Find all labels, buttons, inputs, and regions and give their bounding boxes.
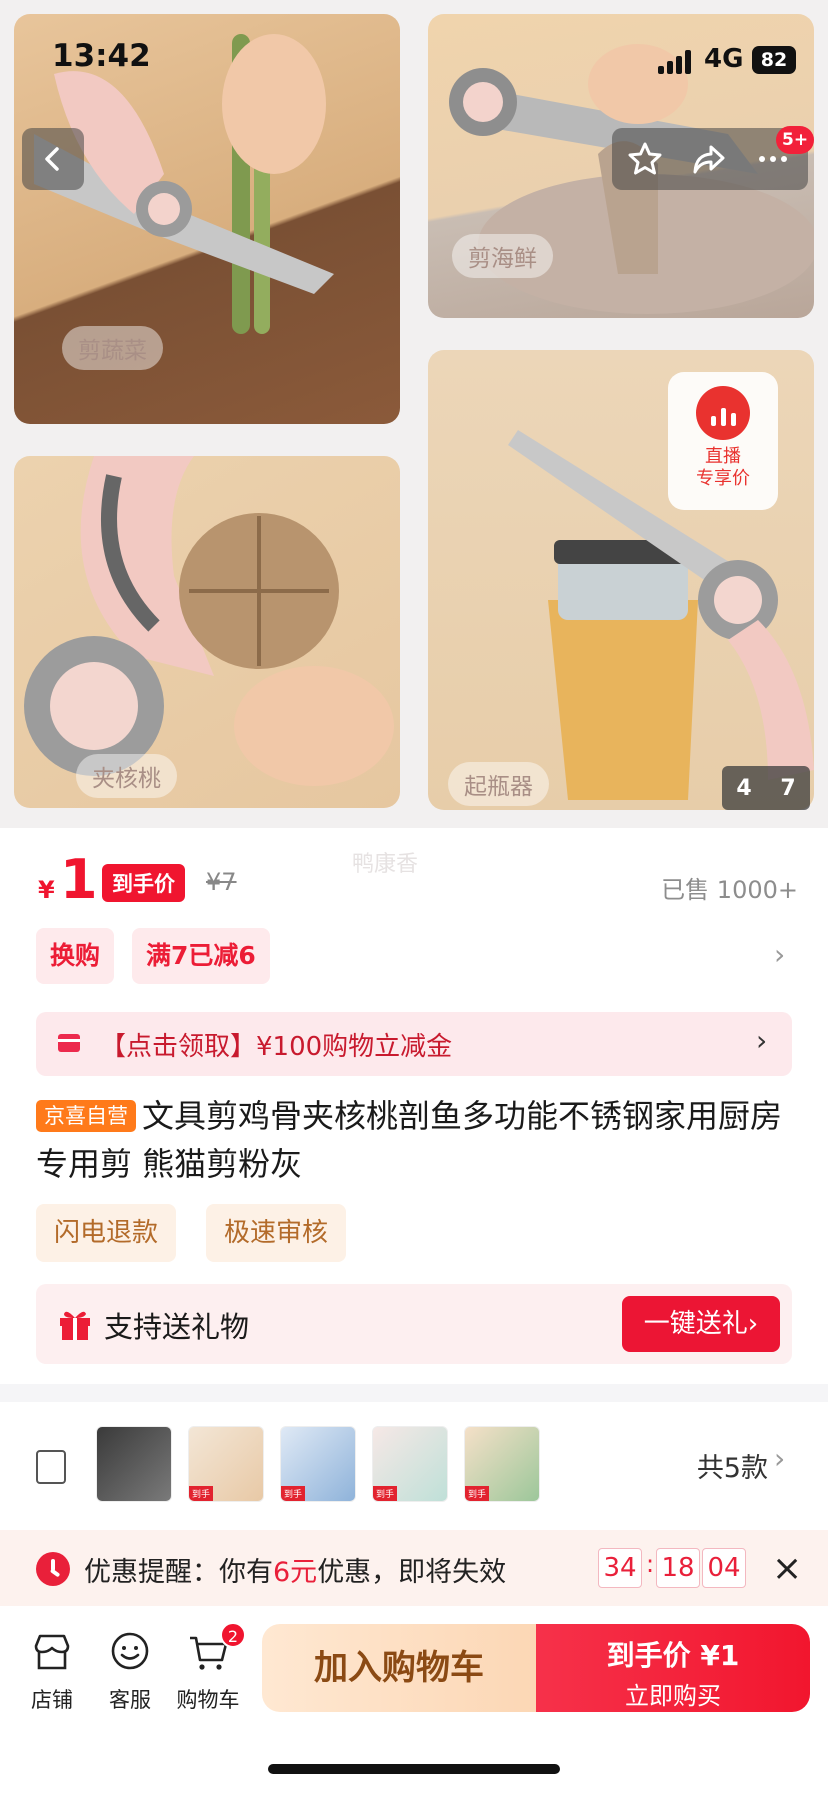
product-gallery[interactable]: 剪蔬菜 剪海鲜 夹核桃 起瓶器 13:42 4G 82 5+ 直播 专享价 4 … <box>0 0 828 828</box>
sold-count: 已售 1000+ <box>661 876 798 904</box>
image-counter-total: 7 <box>780 775 796 801</box>
discount-reminder: 优惠提醒：你有6元优惠，即将失效 34 : 18 : 04 × <box>0 1530 828 1606</box>
cart-count-badge: 2 <box>220 1622 246 1648</box>
chevron-left-icon <box>45 147 59 171</box>
countdown-hours: 34 <box>598 1548 642 1588</box>
star-icon <box>628 142 662 175</box>
reminder-text: 优惠提醒：你有6元优惠，即将失效 <box>84 1550 506 1589</box>
status-bar: 13:42 4G 82 <box>0 0 828 120</box>
checklist-icon <box>36 1450 66 1484</box>
reminder-amount: 6元 <box>273 1557 318 1588</box>
product-title: 京喜自营 文具剪鸡骨夹核桃剖鱼多功能不锈钢家用厨房专用剪 熊猫剪粉灰 <box>36 1092 796 1188</box>
bottom-action-bar: 店铺 客服 2 购物车 加入购物车 到手价 ¥1 立即购买 <box>0 1606 828 1793</box>
variant-thumb-1[interactable] <box>96 1426 172 1502</box>
battery-icon: 82 <box>752 46 796 74</box>
variant-thumb-5[interactable]: 到手 <box>464 1426 540 1502</box>
live-price-badge[interactable]: 直播 专享价 <box>668 372 778 510</box>
price-currency: ¥ <box>38 876 55 904</box>
coupon-banner[interactable]: 【点击领取】¥100购物立减金 › <box>36 1012 792 1076</box>
nav-customer-service[interactable]: 客服 <box>90 1630 170 1714</box>
close-icon[interactable]: × <box>772 1548 802 1589</box>
self-operated-badge: 京喜自营 <box>36 1100 136 1132</box>
gallery-image-walnut: 夹核桃 <box>14 456 400 808</box>
countdown-separator: : <box>646 1550 655 1578</box>
buy-button-label: 立即购买 <box>625 1682 721 1710</box>
reminder-prefix: 优惠提醒：你有 <box>84 1557 273 1588</box>
price-row: ¥ 1 到手价 ¥7 已售 1000+ <box>38 850 798 916</box>
image-counter: 4 7 <box>722 766 810 810</box>
notification-badge: 5+ <box>776 126 815 154</box>
smiley-chat-icon <box>111 1632 149 1670</box>
add-to-cart-button[interactable]: 加入购物车 <box>262 1624 536 1712</box>
variant-thumb-tag: 到手 <box>189 1486 214 1501</box>
countdown-seconds: 04 <box>702 1548 746 1588</box>
price-value: 1 <box>60 848 98 911</box>
scissors-walnut-illustration <box>24 456 394 786</box>
caption-vegetables: 剪蔬菜 <box>62 326 163 370</box>
promo-tag-exchange[interactable]: 换购 <box>36 928 115 984</box>
live-badge-line1: 直播 <box>705 446 741 467</box>
chevron-right-icon: › <box>774 1442 786 1475</box>
variant-thumb-3[interactable]: 到手 <box>280 1426 356 1502</box>
buy-button-price: 到手价 ¥1 <box>606 1639 740 1672</box>
final-price-tag: 到手价 <box>102 864 185 902</box>
network-type: 4G <box>704 44 744 74</box>
nav-cart-label: 购物车 <box>176 1688 240 1712</box>
service-tag-refund[interactable]: 闪电退款 <box>36 1204 177 1262</box>
variant-thumb-4[interactable]: 到手 <box>372 1426 448 1502</box>
product-title-text: 文具剪鸡骨夹核桃剖鱼多功能不锈钢家用厨房专用剪 熊猫剪粉灰 <box>36 1097 783 1183</box>
promotion-row[interactable]: 换购 满7已减6 › <box>36 928 796 984</box>
variant-thumb-tag: 到手 <box>373 1486 398 1501</box>
caption-bottle-opener: 起瓶器 <box>448 762 549 806</box>
variant-thumb-tag: 到手 <box>281 1486 306 1501</box>
variant-count: 共5款 <box>696 1453 768 1484</box>
gift-label: 支持送礼物 <box>104 1310 250 1344</box>
buy-now-button[interactable]: 到手价 ¥1 立即购买 <box>536 1624 810 1712</box>
variant-selector[interactable]: 到手 到手 到手 到手 共5款 › <box>0 1424 828 1508</box>
nav-store-label: 店铺 <box>31 1688 73 1712</box>
live-badge-line2: 专享价 <box>696 468 750 489</box>
send-gift-button[interactable]: 一键送礼› <box>622 1296 780 1352</box>
original-price: ¥7 <box>206 868 237 896</box>
variant-thumb-tag: 到手 <box>465 1486 490 1501</box>
countdown-minutes: 18 <box>656 1548 700 1588</box>
back-button[interactable] <box>22 128 84 190</box>
nav-store[interactable]: 店铺 <box>12 1630 92 1714</box>
signal-icon <box>658 50 692 74</box>
service-tag-review[interactable]: 极速审核 <box>206 1204 347 1262</box>
share-icon <box>693 145 725 174</box>
live-bars-icon <box>696 386 750 440</box>
section-divider <box>0 1384 828 1402</box>
store-icon <box>34 1634 70 1670</box>
share-button[interactable] <box>678 128 740 190</box>
home-indicator <box>268 1764 560 1774</box>
nav-service-label: 客服 <box>109 1688 151 1712</box>
variant-thumb-2[interactable]: 到手 <box>188 1426 264 1502</box>
caption-walnut: 夹核桃 <box>76 754 177 798</box>
gift-icon <box>60 1311 90 1340</box>
chevron-right-icon: › <box>756 1024 768 1057</box>
coupon-text: 【点击领取】¥100购物立减金 <box>100 1032 453 1062</box>
promo-tag-discount[interactable]: 满7已减6 <box>132 928 270 984</box>
caption-seafood: 剪海鲜 <box>452 234 553 278</box>
card-icon <box>58 1034 80 1052</box>
status-time: 13:42 <box>52 38 151 74</box>
chevron-right-icon: › <box>774 938 786 971</box>
nav-cart[interactable]: 2 购物车 <box>168 1622 248 1714</box>
image-counter-current: 4 <box>736 775 752 801</box>
reminder-suffix: 优惠，即将失效 <box>317 1557 507 1588</box>
gift-bar: 支持送礼物 一键送礼› <box>36 1284 792 1364</box>
clock-icon <box>36 1552 70 1586</box>
favorite-button[interactable] <box>614 128 676 190</box>
